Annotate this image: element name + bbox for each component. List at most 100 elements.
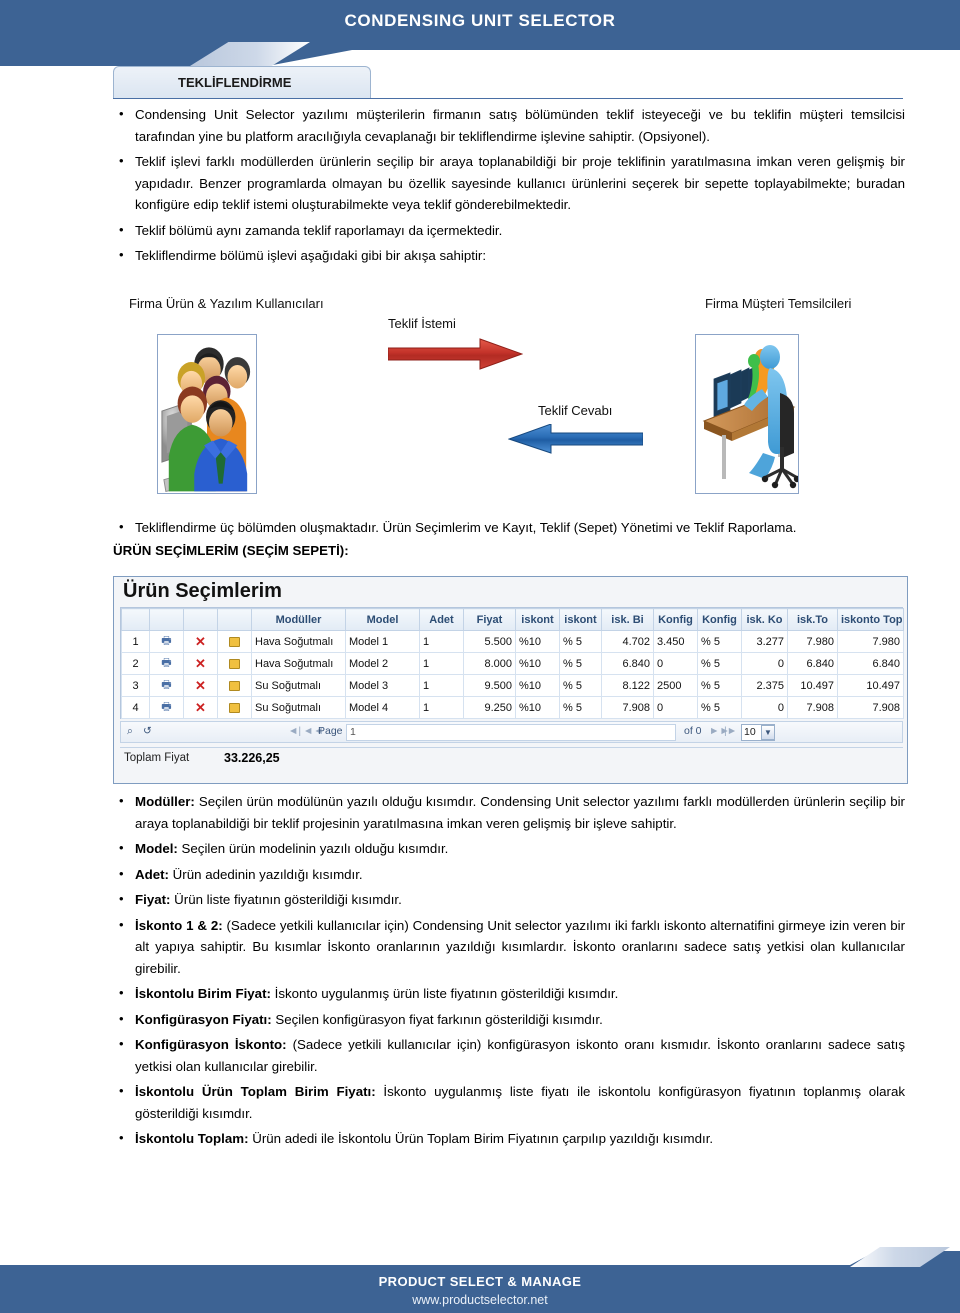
footer-brand: PRODUCT SELECT & MANAGE — [378, 1274, 582, 1289]
col-print[interactable] — [149, 608, 184, 631]
edit-icon[interactable] — [217, 630, 252, 653]
cell-iskonto-toplam-birim: 10.497 — [787, 674, 838, 697]
support-team-image — [695, 334, 799, 494]
cell-iskonto-toplam-birim: 7.980 — [787, 630, 838, 653]
col-moduller[interactable]: Modüller — [251, 608, 346, 631]
users-group-illustration — [161, 347, 251, 493]
definition-term: Adet: — [135, 866, 169, 882]
product-selection-grid[interactable]: Modüller Model Adet Fiyat iskont iskont … — [120, 607, 904, 719]
col-edit[interactable] — [217, 608, 252, 631]
print-icon[interactable]: 🖶 — [149, 630, 184, 653]
cell-iskonto-toplam: 10.497 — [837, 674, 904, 697]
cell-iskonto1: %10 — [515, 674, 560, 697]
diagram-response-label: Teklif Cevabı — [538, 403, 613, 418]
print-icon[interactable]: 🖶 — [149, 696, 184, 719]
definition-text: Ürün adedinin yazıldığı kısımdır. — [168, 866, 363, 882]
delete-icon[interactable]: ✕ — [183, 674, 218, 697]
grid-pager: ⌕ ↺ ◄| ◄◄ Page 1 of 0 ►► |► 10 ▼ — [120, 721, 903, 743]
mid-section: Tekliflendirme üç bölümden oluşmaktadır.… — [113, 516, 905, 558]
total-price-value: 33.226,25 — [224, 751, 280, 765]
chevron-down-icon[interactable]: ▼ — [761, 725, 775, 740]
cell-index: 2 — [121, 652, 150, 675]
table-row[interactable]: 4 🖶 ✕ Su Soğutmalı Model 4 1 9.250 %10 %… — [121, 696, 904, 719]
edit-icon[interactable] — [217, 652, 252, 675]
footer-website[interactable]: www.productselector.net — [0, 1293, 960, 1307]
list-item: Fiyat: Ürün liste fiyatının gösterildiği… — [113, 888, 905, 911]
list-item: İskonto 1 & 2: (Sadece yetkili kullanıcı… — [113, 914, 905, 980]
col-iskonto2[interactable]: iskont — [559, 608, 602, 631]
cell-moduller: Hava Soğutmalı — [251, 652, 346, 675]
cell-konfig-fiyat: 0 — [653, 696, 698, 719]
cell-moduller: Hava Soğutmalı — [251, 630, 346, 653]
users-group-image — [157, 334, 257, 494]
edit-icon[interactable] — [217, 696, 252, 719]
arrow-right-icon — [387, 338, 524, 370]
cell-iskonto-toplam-birim: 7.908 — [787, 696, 838, 719]
col-konfig-fiyat[interactable]: Konfig — [653, 608, 698, 631]
definition-term: Fiyat: — [135, 892, 171, 908]
cell-adet: 1 — [419, 696, 464, 719]
list-item: Model: Seçilen ürün modelinin yazılı old… — [113, 837, 905, 860]
definition-text: Seçilen konfigürasyon fiyat farkının gös… — [271, 1011, 603, 1027]
col-index[interactable] — [121, 608, 150, 631]
urun-secimlerim-app-screenshot: Ürün Seçimlerim Modüller Model Adet Fiya… — [113, 576, 908, 784]
cell-adet: 1 — [419, 630, 464, 653]
sub-heading: ÜRÜN SEÇİMLERİM (SEÇİM SEPETİ): — [113, 542, 349, 558]
col-model[interactable]: Model — [345, 608, 420, 631]
cell-model: Model 4 — [345, 696, 420, 719]
cell-fiyat: 5.500 — [463, 630, 516, 653]
delete-icon[interactable]: ✕ — [183, 696, 218, 719]
definition-term: İskonto 1 & 2: — [135, 917, 223, 933]
first-page-button[interactable]: ◄| — [288, 725, 301, 737]
delete-icon[interactable]: ✕ — [183, 630, 218, 653]
definition-term: İskontolu Birim Fiyat: — [135, 986, 271, 1002]
table-row[interactable]: 3 🖶 ✕ Su Soğutmalı Model 3 1 9.500 %10 %… — [121, 674, 904, 697]
list-item: Tekliflendirme üç bölümden oluşmaktadır.… — [113, 516, 905, 539]
col-delete[interactable] — [183, 608, 218, 631]
edit-icon[interactable] — [217, 674, 252, 697]
cell-iskonto-toplam: 6.840 — [837, 652, 904, 675]
cell-iskonto-konfig: 3.277 — [741, 630, 788, 653]
cell-moduller: Su Soğutmalı — [251, 696, 346, 719]
list-item: Adet: Ürün adedinin yazıldığı kısımdır. — [113, 863, 905, 886]
list-item: Konfigürasyon İskonto: (Sadece yetkili k… — [113, 1033, 905, 1077]
col-konfig-iskonto[interactable]: Konfig — [697, 608, 742, 631]
page-footer: PRODUCT SELECT & MANAGE www.productselec… — [0, 1240, 960, 1313]
col-iskonto-konfig[interactable]: isk. Ko — [741, 608, 788, 631]
cell-moduller: Su Soğutmalı — [251, 674, 346, 697]
process-flow-diagram: Firma Ürün & Yazılım Kullanıcıları Firma… — [113, 296, 903, 514]
total-price-label: Toplam Fiyat — [124, 752, 190, 764]
cell-fiyat: 9.250 — [463, 696, 516, 719]
refresh-icon[interactable]: ↺ — [143, 725, 152, 737]
table-header-row: Modüller Model Adet Fiyat iskont iskont … — [121, 608, 904, 631]
cell-iskonto-konfig: 0 — [741, 652, 788, 675]
print-icon[interactable]: 🖶 — [149, 674, 184, 697]
mid-bullet-list: Tekliflendirme üç bölümden oluşmaktadır.… — [113, 516, 905, 539]
definition-term: Model: — [135, 841, 178, 857]
table-row[interactable]: 2 🖶 ✕ Hava Soğutmalı Model 2 1 8.000 %10… — [121, 652, 904, 675]
definition-term: İskontolu Toplam: — [135, 1131, 249, 1147]
definition-text: Seçilen ürün modülünün yazılı olduğu kıs… — [135, 794, 905, 831]
definition-term: Konfigürasyon İskonto: — [135, 1037, 287, 1053]
search-icon[interactable]: ⌕ — [127, 725, 133, 738]
print-icon[interactable]: 🖶 — [149, 652, 184, 675]
last-page-button[interactable]: |► — [724, 725, 737, 737]
page-count-label: of 0 — [684, 725, 702, 737]
col-fiyat[interactable]: Fiyat — [463, 608, 516, 631]
cell-iskonto-toplam: 7.980 — [837, 630, 904, 653]
col-iskonto-toplam-birim[interactable]: isk.To — [787, 608, 838, 631]
col-iskonto-toplam[interactable]: iskonto Topl — [837, 608, 904, 631]
cell-iskonto-konfig: 0 — [741, 696, 788, 719]
table-row[interactable]: 1 🖶 ✕ Hava Soğutmalı Model 1 1 5.500 %10… — [121, 630, 904, 653]
arrow-left-icon — [507, 423, 644, 454]
col-adet[interactable]: Adet — [419, 608, 464, 631]
col-iskonto1[interactable]: iskont — [515, 608, 560, 631]
response-arrow — [507, 423, 644, 454]
list-item: Konfigürasyon Fiyatı: Seçilen konfigüras… — [113, 1008, 905, 1031]
col-iskontolu-birim[interactable]: isk. Bi — [601, 608, 654, 631]
page-input[interactable]: 1 — [346, 724, 676, 741]
cell-konfig-iskonto: % 5 — [697, 674, 742, 697]
delete-icon[interactable]: ✕ — [183, 652, 218, 675]
cell-konfig-iskonto: % 5 — [697, 696, 742, 719]
definition-text: Seçilen ürün modelinin yazılı olduğu kıs… — [177, 841, 449, 857]
